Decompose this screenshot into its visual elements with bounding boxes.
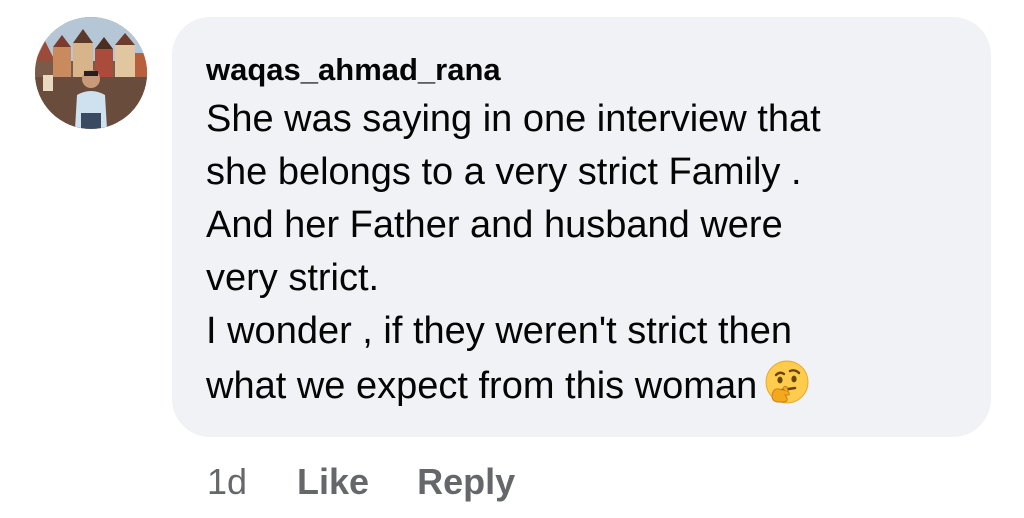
comment-last-line: what we expect from this woman (206, 358, 957, 413)
comment-line: very strict. (206, 257, 380, 299)
comment-line: what we expect from this woman (206, 365, 758, 407)
comment-timestamp[interactable]: 1d (207, 461, 247, 503)
comment-actions: 1d Like Reply (207, 460, 563, 504)
comment-bubble: waqas_ahmad_rana She was saying in one i… (172, 17, 991, 437)
comment-line: She was saying in one interview that (206, 98, 821, 140)
comment-author[interactable]: waqas_ahmad_rana (206, 51, 957, 89)
comment-line: I wonder , if they weren't strict then (206, 310, 792, 352)
like-button[interactable]: Like (297, 461, 369, 503)
thinking-face-icon (765, 360, 809, 404)
comment: waqas_ahmad_rana She was saying in one i… (0, 0, 1024, 518)
avatar-photo-icon (35, 17, 147, 129)
comment-line: she belongs to a very strict Family . (206, 151, 802, 193)
comment-line: And her Father and husband were (206, 204, 783, 246)
comment-text: She was saying in one interview that she… (206, 93, 957, 413)
avatar[interactable] (35, 17, 147, 129)
reply-button[interactable]: Reply (417, 461, 515, 503)
